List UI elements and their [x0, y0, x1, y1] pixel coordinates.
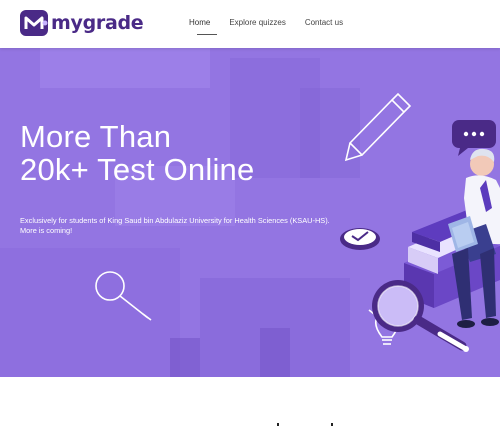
- student-figure: [448, 148, 500, 328]
- brand-logo[interactable]: mygrade: [20, 8, 144, 38]
- hero-title: More Than 20k+ Test Online: [20, 120, 254, 186]
- nav-home[interactable]: Home: [189, 18, 218, 35]
- nav-links: Home Explore quizzes Contact us: [189, 18, 343, 35]
- hero-title-line2: 20k+ Test Online: [20, 152, 255, 187]
- logo-mark-icon: [20, 10, 48, 36]
- cut-off-heading-fragment: [277, 423, 279, 426]
- cut-off-heading-fragment: [331, 423, 333, 426]
- nav-explore-quizzes[interactable]: Explore quizzes: [229, 18, 285, 27]
- clock-icon: [340, 228, 380, 250]
- brand-name: mygrade: [51, 12, 144, 34]
- hero-section: More Than 20k+ Test Online Exclusively f…: [0, 48, 500, 377]
- nav-contact-us[interactable]: Contact us: [305, 18, 343, 27]
- student-with-laptop-illustration: [340, 120, 500, 352]
- navbar: mygrade Home Explore quizzes Contact us: [0, 0, 500, 48]
- magnifier-icon: [95, 271, 152, 321]
- hero-title-line1: More Than: [20, 119, 172, 154]
- hero-description: Exclusively for students of King Saud bi…: [20, 216, 330, 235]
- content-below-hero: [0, 377, 500, 427]
